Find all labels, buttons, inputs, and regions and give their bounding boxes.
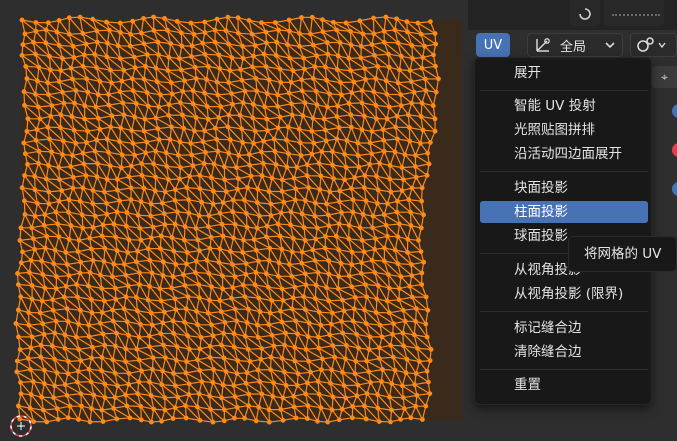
header-drag-handle[interactable] <box>612 14 660 20</box>
chevron-down-icon <box>605 42 615 49</box>
tooltip: 将网格的 UV <box>568 236 677 272</box>
rotate-view-icon <box>579 8 591 20</box>
menu-item-clear-seam[interactable]: 清除缝合边 <box>480 341 648 363</box>
pivot-dropdown[interactable]: 全局 <box>527 33 623 57</box>
pivot-label: 全局 <box>560 39 587 55</box>
snap-button[interactable] <box>630 33 677 57</box>
menu-separator <box>480 171 648 172</box>
menu-item-mark-seam[interactable]: 标记缝合边 <box>480 317 648 339</box>
uv-dropdown-menu: 展开 智能 UV 投射 光照贴图拼排 沿活动四边面展开 块面投影 柱面投影 球面… <box>474 57 652 405</box>
transform-pivot-icon <box>536 38 550 52</box>
menu-item-cube-projection[interactable]: 块面投影 <box>480 177 648 199</box>
sidebar-tab[interactable]: ⌖ <box>652 66 677 88</box>
uv-menu-button[interactable]: UV <box>476 33 510 57</box>
header-view-button[interactable] <box>570 0 600 26</box>
2d-cursor-icon[interactable] <box>8 413 34 439</box>
tooltip-text: 将网格的 UV <box>584 246 662 262</box>
chevron-down-icon <box>658 42 666 49</box>
menu-separator <box>480 311 648 312</box>
menu-item-follow-active-quads[interactable]: 沿活动四边面展开 <box>480 143 648 165</box>
menu-item-project-from-view-bounds[interactable]: 从视角投影 (限界) <box>480 283 648 305</box>
menu-item-lightmap-pack[interactable]: 光照贴图拼排 <box>480 119 648 141</box>
menu-separator <box>480 90 648 91</box>
uv-menu-label: UV <box>483 37 503 53</box>
menu-item-unwrap[interactable]: 展开 <box>480 62 648 84</box>
menu-separator <box>480 369 648 370</box>
menu-item-reset[interactable]: 重置 <box>480 374 648 396</box>
header-display-button[interactable] <box>604 0 664 26</box>
sidebar-tab-icon: ⌖ <box>661 69 668 84</box>
snap-icon <box>637 37 654 52</box>
menu-item-smart-uv-project[interactable]: 智能 UV 投射 <box>480 95 648 117</box>
menu-item-cylinder-projection[interactable]: 柱面投影 <box>480 201 648 223</box>
